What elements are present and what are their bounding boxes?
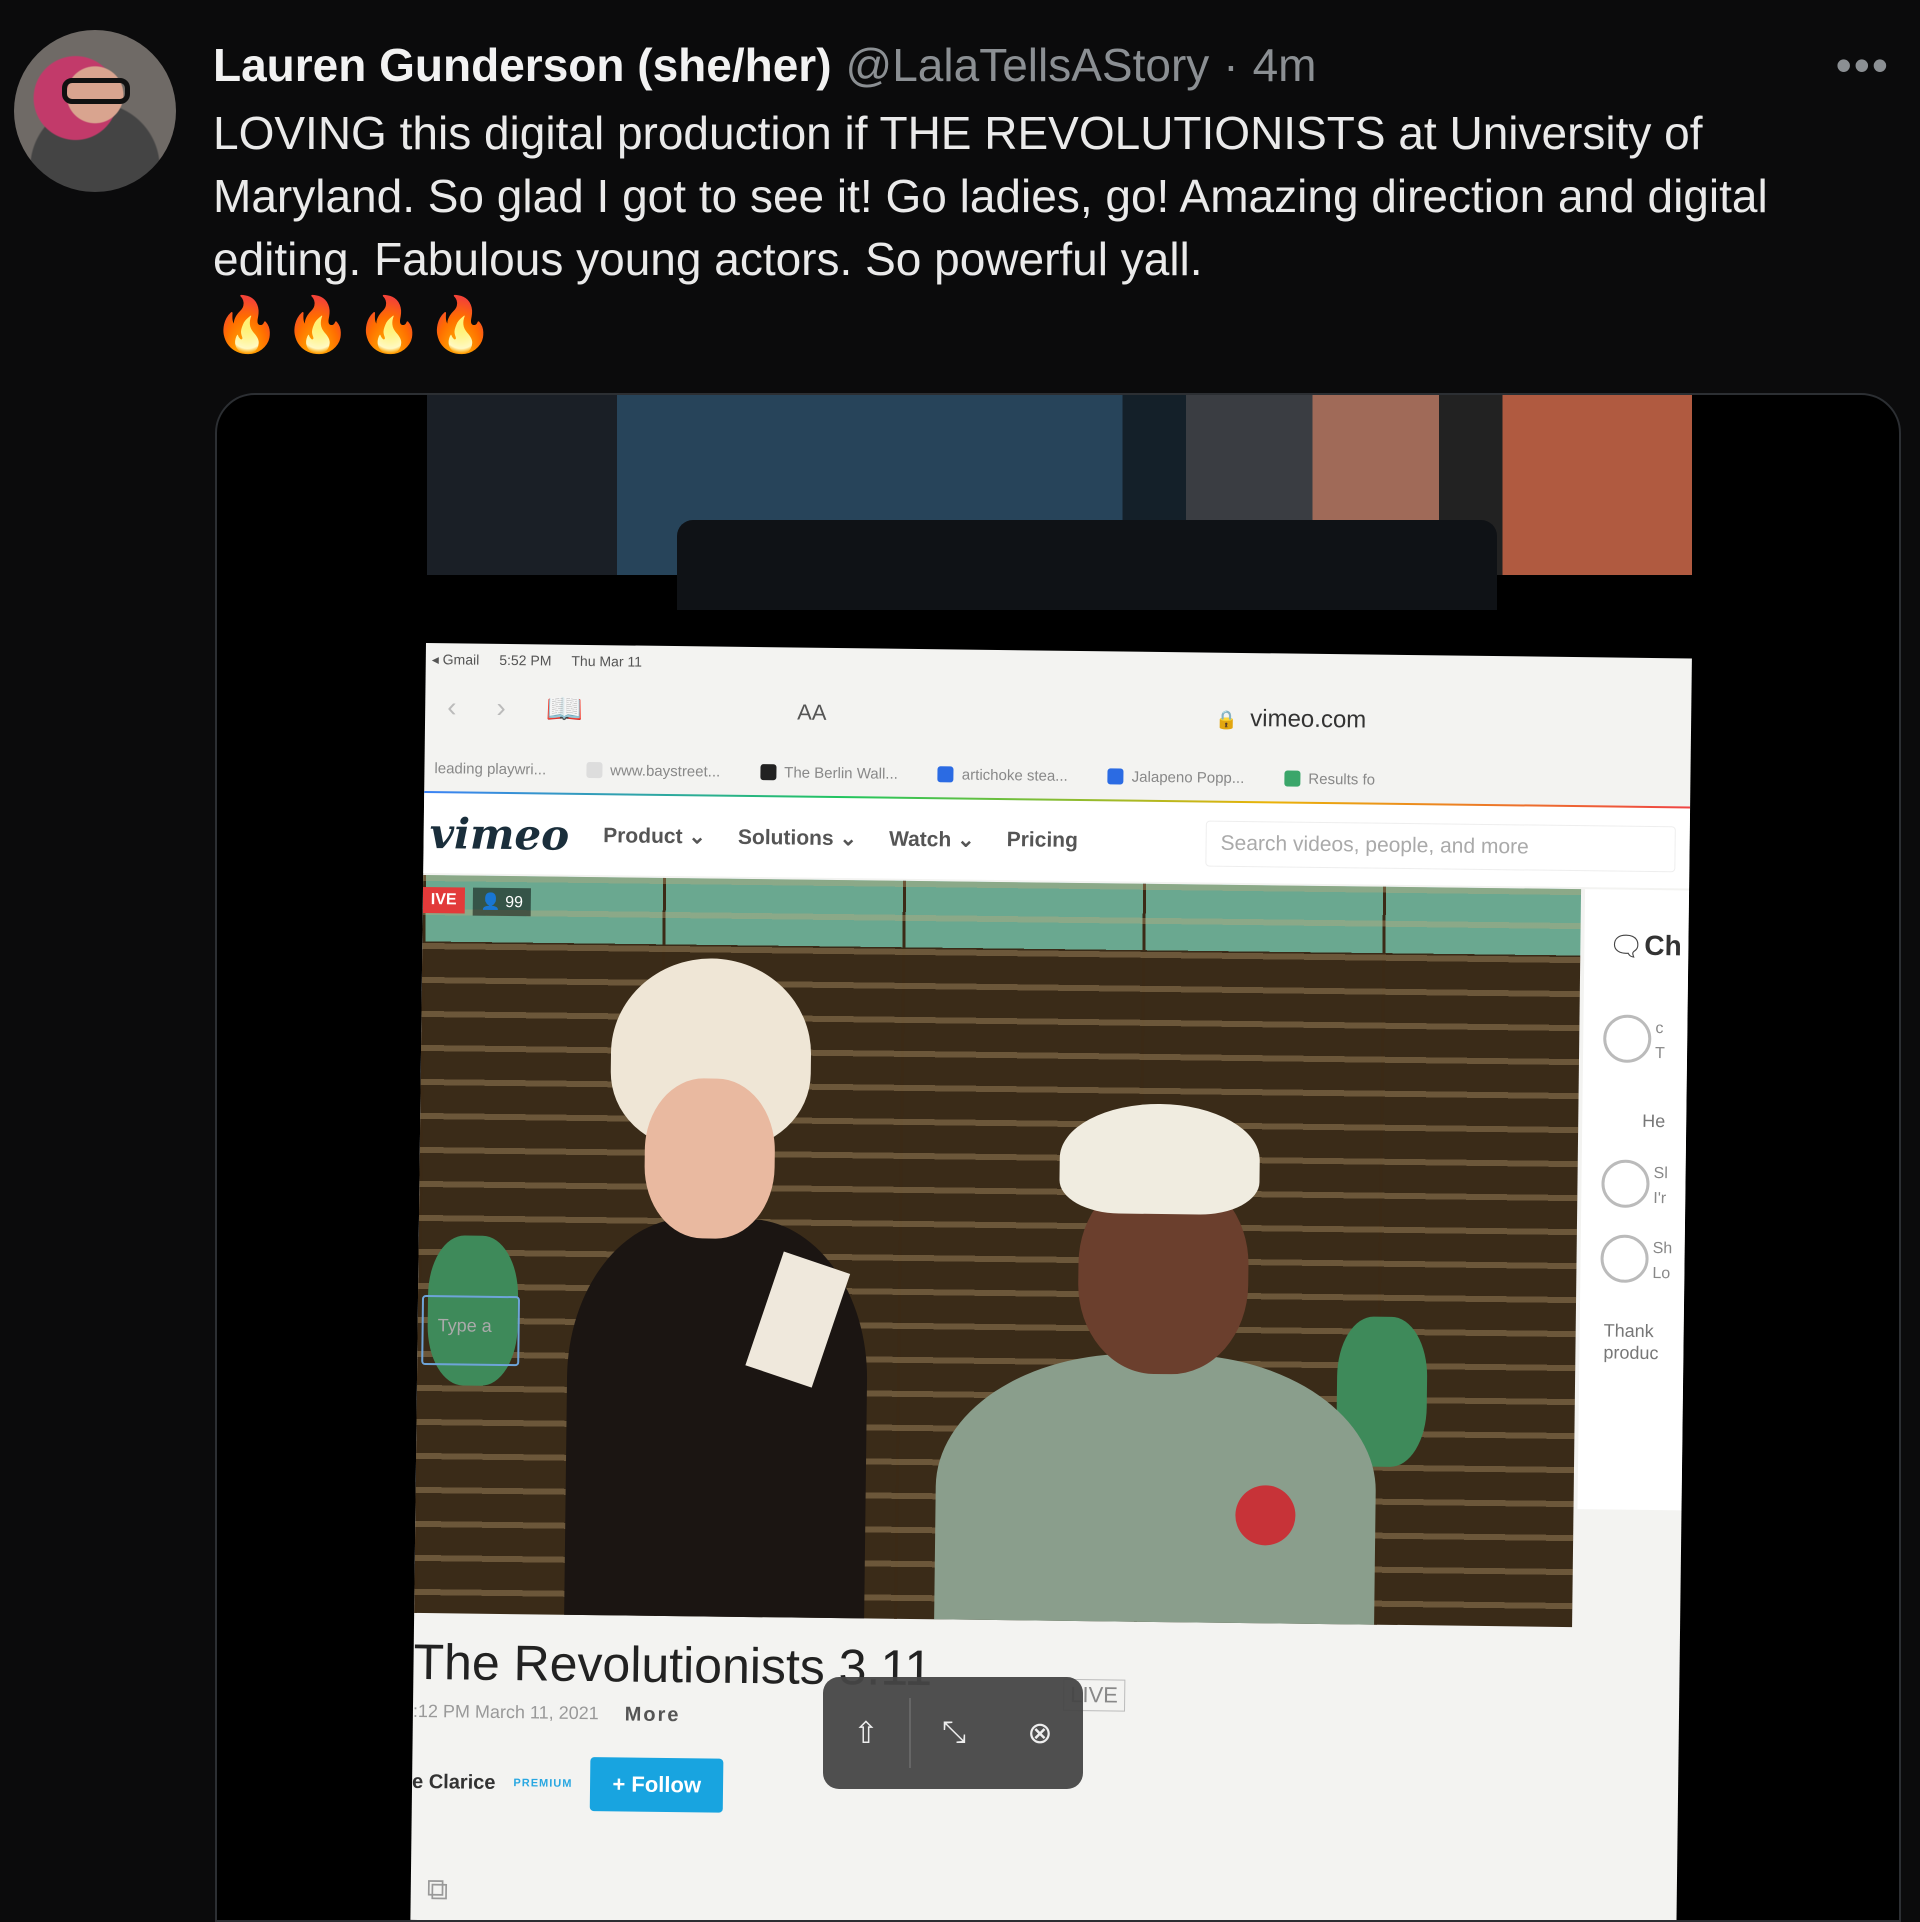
- user-avatar-icon: [1601, 1159, 1650, 1208]
- chat-input[interactable]: Type a: [421, 1295, 521, 1367]
- text-size-button[interactable]: AA: [797, 700, 827, 726]
- glasses-shape: [62, 78, 130, 104]
- chat-text: I'r: [1653, 1190, 1667, 1208]
- video-meta: :12 PM March 11, 2021 More: [413, 1701, 681, 1727]
- chat-author: c: [1655, 1020, 1664, 1038]
- url-text: vimeo.com: [1250, 705, 1367, 734]
- copy-icon[interactable]: ⧉: [427, 1873, 449, 1907]
- bing-icon: [1107, 768, 1124, 785]
- follow-button[interactable]: + Follow: [590, 1757, 724, 1813]
- background-monitor: [677, 520, 1497, 610]
- vimeo-logo[interactable]: vimeo: [429, 809, 569, 860]
- reader-icon[interactable]: 📖: [546, 691, 584, 726]
- chat-icon: 🗨: [1608, 930, 1645, 962]
- video-controls: ⇧ ⤡ ⊗: [823, 1677, 1083, 1789]
- chat-author: Sl: [1653, 1165, 1668, 1183]
- chat-message: Thank produc: [1603, 1320, 1659, 1364]
- nav-pricing[interactable]: Pricing: [1007, 828, 1078, 853]
- bookmark-item[interactable]: Results fo: [1284, 758, 1375, 799]
- chat-author: Sh: [1652, 1240, 1673, 1258]
- globe-icon: [586, 761, 603, 779]
- video-date: :12 PM March 11, 2021: [412, 1700, 599, 1724]
- bookmark-item[interactable]: artichoke stea...: [937, 754, 1068, 796]
- nav-product[interactable]: Product ⌄: [603, 823, 706, 849]
- bing-icon: [937, 766, 954, 783]
- video-player[interactable]: IVE 👤 99: [414, 874, 1582, 1628]
- forward-icon[interactable]: ›: [496, 692, 506, 724]
- vimeo-navbar: vimeo Product ⌄ Solutions ⌄ Watch ⌄ Pric…: [423, 792, 1691, 889]
- lock-icon: 🔒: [1215, 709, 1238, 730]
- fire-emojis: 🔥🔥🔥🔥: [213, 295, 498, 355]
- chat-text: T: [1654, 1045, 1665, 1063]
- ios-status-bar: ◂ Gmail 5:52 PM Thu Mar 11: [432, 651, 642, 671]
- user-avatar-icon: [1602, 1014, 1652, 1063]
- nav-solutions[interactable]: Solutions ⌄: [738, 824, 857, 850]
- channel-name[interactable]: e Clarice: [412, 1770, 496, 1794]
- separator: ·: [1223, 39, 1239, 91]
- avatar[interactable]: [14, 30, 176, 192]
- author-name[interactable]: Lauren Gunderson (she/her): [213, 38, 832, 92]
- actor-right: [933, 1101, 1381, 1628]
- chat-text: Lo: [1652, 1265, 1671, 1283]
- chat-panel: 🗨 Ch c T He Sl I'r Sh Lo Thank produc: [1577, 889, 1690, 1511]
- bookmark-item[interactable]: leading playwri...: [434, 748, 546, 789]
- tweet-time[interactable]: 4m: [1253, 38, 1317, 92]
- search-input[interactable]: Search videos, people, and more: [1205, 820, 1676, 873]
- chat-title: Ch: [1644, 929, 1682, 962]
- address-bar[interactable]: 🔒 vimeo.com: [1215, 705, 1366, 735]
- bookmark-item[interactable]: www.baystreet...: [586, 750, 721, 792]
- close-icon[interactable]: ⊗: [997, 1716, 1083, 1751]
- status-time: 5:52 PM: [499, 651, 552, 669]
- actor-left: [564, 957, 872, 1621]
- nav-watch[interactable]: Watch ⌄: [889, 826, 975, 852]
- tweet-text: LOVING this digital production if THE RE…: [213, 107, 1768, 285]
- more-options-icon[interactable]: •••: [1836, 38, 1890, 92]
- bookmark-item[interactable]: Jalapeno Popp...: [1107, 756, 1245, 798]
- author-handle[interactable]: @LalaTellsAStory: [846, 38, 1210, 92]
- bookmark-item[interactable]: The Berlin Wall...: [760, 752, 898, 794]
- more-link[interactable]: More: [625, 1704, 681, 1728]
- site-icon: [760, 764, 777, 781]
- status-date: Thu Mar 11: [571, 652, 643, 670]
- share-icon[interactable]: ⇧: [823, 1716, 909, 1751]
- status-app: ◂ Gmail: [431, 651, 480, 668]
- browser-toolbar: ‹ › 📖 AA 🔒 vimeo.com: [425, 671, 1692, 758]
- viewer-count: 👤 99: [472, 887, 532, 917]
- user-avatar-icon: [1600, 1234, 1649, 1283]
- premium-badge: PREMIUM: [513, 1777, 573, 1790]
- channel-row: e Clarice PREMIUM + Follow: [412, 1755, 724, 1813]
- chat-message: He: [1642, 1110, 1666, 1132]
- tweet-header: Lauren Gunderson (she/her) @LalaTellsASt…: [213, 30, 1860, 100]
- back-icon[interactable]: ‹: [447, 691, 457, 723]
- rocket-icon: [1284, 770, 1301, 787]
- live-badge: IVE: [422, 886, 465, 914]
- minimize-icon[interactable]: ⤡: [911, 1716, 997, 1750]
